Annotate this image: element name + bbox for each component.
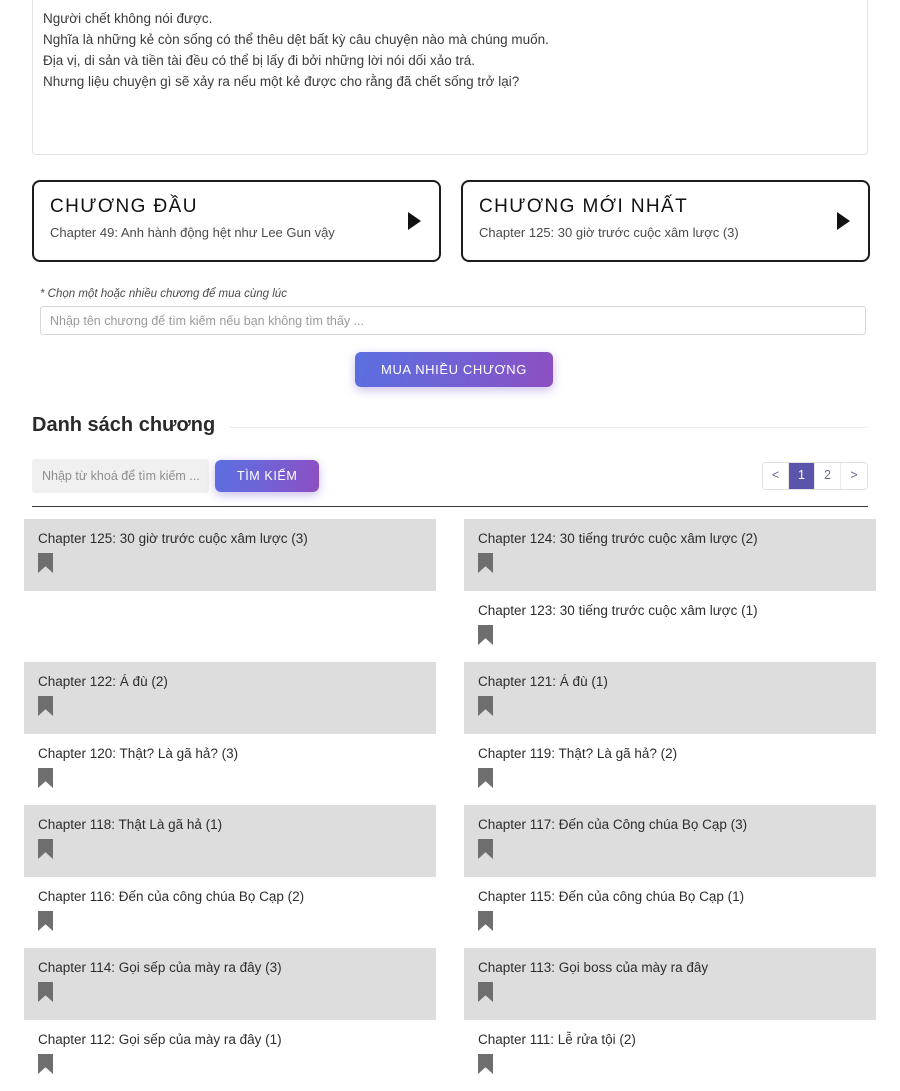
chapter-title: Chapter 125: 30 giờ trước cuộc xâm lược … bbox=[38, 530, 422, 548]
latest-chapter-title: CHƯƠNG MỚI NHẤT bbox=[479, 196, 852, 218]
description-line: Địa vị, di sản và tiền tài đều có thể bị… bbox=[43, 50, 857, 71]
chapter-list: Chapter 125: 30 giờ trước cuộc xâm lược … bbox=[24, 519, 876, 1091]
chapter-list-item[interactable]: Chapter 117: Đến của Công chúa Bọ Cạp (3… bbox=[464, 805, 876, 877]
bookmark-icon[interactable] bbox=[478, 982, 493, 1002]
search-button[interactable]: TÌM KIẾM bbox=[215, 460, 319, 492]
bulk-buy-note: * Chọn một hoặc nhiều chương để mua cùng… bbox=[40, 288, 868, 300]
chapter-list-item[interactable]: Chapter 113: Gọi boss của mày ra đây bbox=[464, 948, 876, 1020]
chapter-title: Chapter 116: Đến của công chúa Bọ Cạp (2… bbox=[38, 888, 422, 906]
bookmark-icon[interactable] bbox=[478, 696, 493, 716]
chapter-list-item[interactable]: Chapter 115: Đến của công chúa Bọ Cạp (1… bbox=[464, 877, 876, 949]
first-chapter-subtitle: Chapter 49: Anh hành động hệt như Lee Gu… bbox=[50, 225, 423, 240]
latest-chapter-button[interactable]: CHƯƠNG MỚI NHẤT Chapter 125: 30 giờ trướ… bbox=[461, 180, 870, 262]
play-triangle-icon bbox=[408, 212, 421, 230]
chapter-title: Chapter 111: Lễ rửa tội (2) bbox=[478, 1031, 862, 1049]
chapter-title: Chapter 122: Á đù (2) bbox=[38, 673, 422, 691]
bulk-buy-section: * Chọn một hoặc nhiều chương để mua cùng… bbox=[40, 288, 868, 387]
page-title: Danh sách chương bbox=[32, 414, 215, 437]
chapter-list-item[interactable]: Chapter 112: Gọi sếp của mày ra đây (1) bbox=[24, 1020, 436, 1091]
chapter-title: Chapter 117: Đến của Công chúa Bọ Cạp (3… bbox=[478, 816, 862, 834]
description-line: Nghĩa là những kẻ còn sống có thể thêu d… bbox=[43, 29, 857, 50]
bookmark-icon[interactable] bbox=[38, 839, 53, 859]
chapter-title: Chapter 113: Gọi boss của mày ra đây bbox=[478, 959, 862, 977]
chapter-list-item[interactable]: Chapter 123: 30 tiếng trước cuộc xâm lượ… bbox=[464, 591, 876, 663]
series-description-box: Người chết không nói được. Nghĩa là nhữn… bbox=[32, 0, 868, 155]
bookmark-icon[interactable] bbox=[38, 553, 53, 573]
chapter-title: Chapter 119: Thật? Là gã hả? (2) bbox=[478, 745, 862, 763]
chapter-list-item[interactable]: Chapter 125: 30 giờ trước cuộc xâm lược … bbox=[24, 519, 436, 591]
bulk-chapter-search-input[interactable] bbox=[40, 306, 866, 335]
latest-chapter-subtitle: Chapter 125: 30 giờ trước cuộc xâm lược … bbox=[479, 225, 852, 240]
chapter-list-item[interactable]: Chapter 114: Gọi sếp của mày ra đây (3) bbox=[24, 948, 436, 1020]
chapter-title: Chapter 121: Á đù (1) bbox=[478, 673, 862, 691]
header-rule bbox=[229, 427, 868, 428]
list-divider bbox=[32, 506, 868, 507]
chapter-title: Chapter 112: Gọi sếp của mày ra đây (1) bbox=[38, 1031, 422, 1049]
chapter-title: Chapter 120: Thật? Là gã hả? (3) bbox=[38, 745, 422, 763]
bookmark-icon[interactable] bbox=[38, 982, 53, 1002]
pagination-page-1[interactable]: 1 bbox=[789, 463, 815, 489]
bookmark-icon[interactable] bbox=[478, 625, 493, 645]
bookmark-icon[interactable] bbox=[38, 768, 53, 788]
buy-multiple-chapters-button[interactable]: MUA NHIỀU CHƯƠNG bbox=[355, 352, 553, 387]
page-root: Người chết không nói được. Nghĩa là nhữn… bbox=[0, 0, 900, 1091]
first-chapter-button[interactable]: CHƯƠNG ĐẦU Chapter 49: Anh hành động hệt… bbox=[32, 180, 441, 262]
pagination-next[interactable]: > bbox=[841, 463, 867, 489]
first-chapter-title: CHƯƠNG ĐẦU bbox=[50, 196, 423, 218]
chapter-title: Chapter 124: 30 tiếng trước cuộc xâm lượ… bbox=[478, 530, 862, 548]
search-input[interactable] bbox=[32, 459, 209, 493]
chapter-title: Chapter 123: 30 tiếng trước cuộc xâm lượ… bbox=[478, 602, 862, 620]
pagination: < 1 2 > bbox=[762, 462, 868, 490]
chapter-cell-empty bbox=[24, 591, 436, 663]
chapter-list-item[interactable]: Chapter 122: Á đù (2) bbox=[24, 662, 436, 734]
description-line: Người chết không nói được. bbox=[43, 8, 857, 29]
bookmark-icon[interactable] bbox=[478, 911, 493, 931]
chapter-list-item[interactable]: Chapter 120: Thật? Là gã hả? (3) bbox=[24, 734, 436, 806]
chapter-list-item[interactable]: Chapter 118: Thật Là gã hả (1) bbox=[24, 805, 436, 877]
bookmark-icon[interactable] bbox=[478, 1054, 493, 1074]
chapter-list-item[interactable]: Chapter 124: 30 tiếng trước cuộc xâm lượ… bbox=[464, 519, 876, 591]
pagination-prev[interactable]: < bbox=[763, 463, 789, 489]
pagination-page-2[interactable]: 2 bbox=[815, 463, 841, 489]
description-line: Nhưng liệu chuyện gì sẽ xảy ra nếu một k… bbox=[43, 71, 857, 92]
chapter-list-header: Danh sách chương bbox=[32, 414, 868, 437]
chapter-tools-row: TÌM KIẾM < 1 2 > bbox=[32, 459, 868, 493]
bookmark-icon[interactable] bbox=[38, 696, 53, 716]
bookmark-icon[interactable] bbox=[478, 768, 493, 788]
bookmark-icon[interactable] bbox=[478, 553, 493, 573]
bulk-buy-button-row: MUA NHIỀU CHƯƠNG bbox=[40, 352, 868, 387]
chapter-title: Chapter 118: Thật Là gã hả (1) bbox=[38, 816, 422, 834]
chapter-list-item[interactable]: Chapter 111: Lễ rửa tội (2) bbox=[464, 1020, 876, 1091]
chapter-title: Chapter 115: Đến của công chúa Bọ Cạp (1… bbox=[478, 888, 862, 906]
bookmark-icon[interactable] bbox=[38, 1054, 53, 1074]
chapter-title: Chapter 114: Gọi sếp của mày ra đây (3) bbox=[38, 959, 422, 977]
chapter-list-item[interactable]: Chapter 119: Thật? Là gã hả? (2) bbox=[464, 734, 876, 806]
chapter-list-item[interactable]: Chapter 116: Đến của công chúa Bọ Cạp (2… bbox=[24, 877, 436, 949]
bookmark-icon[interactable] bbox=[478, 839, 493, 859]
play-triangle-icon bbox=[837, 212, 850, 230]
chapter-list-item[interactable]: Chapter 121: Á đù (1) bbox=[464, 662, 876, 734]
bookmark-icon[interactable] bbox=[38, 911, 53, 931]
chapter-nav-row: CHƯƠNG ĐẦU Chapter 49: Anh hành động hệt… bbox=[32, 180, 870, 262]
